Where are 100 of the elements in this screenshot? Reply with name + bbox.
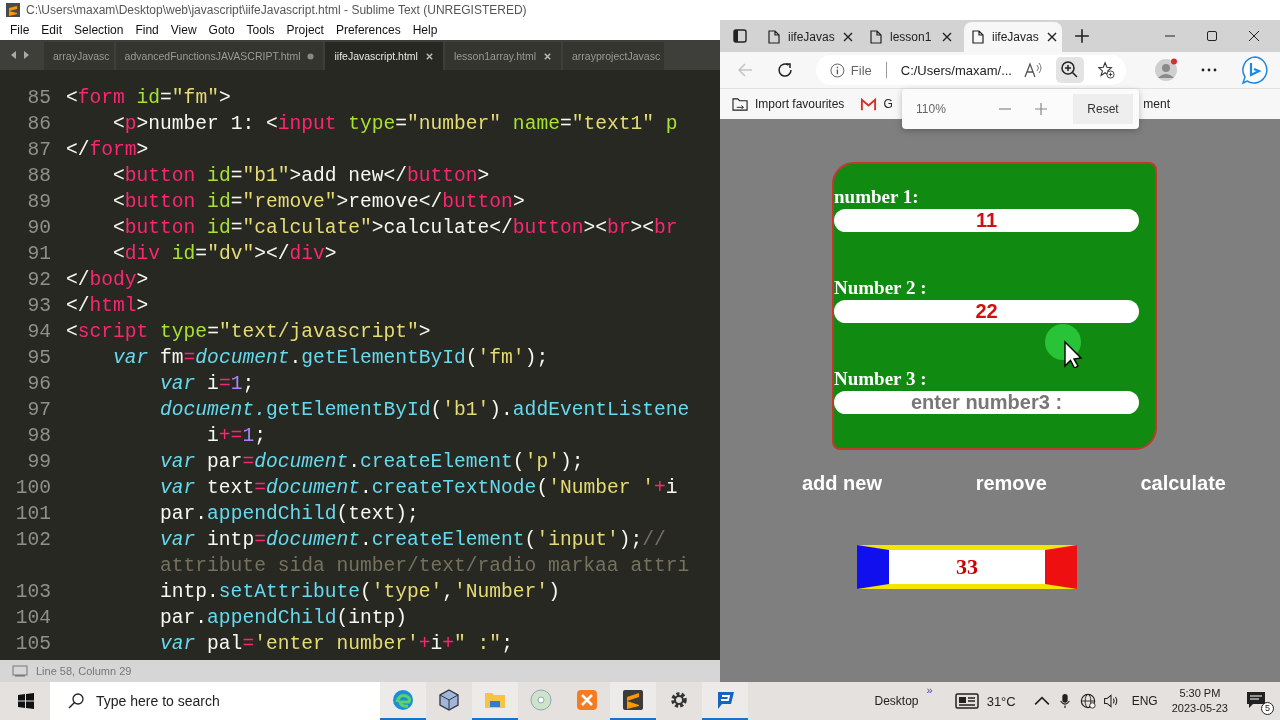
taskbar-app[interactable] xyxy=(610,682,656,720)
notifications-icon[interactable] xyxy=(1246,691,1266,709)
page-button[interactable]: remove xyxy=(973,470,1049,497)
line-number: 103 xyxy=(14,581,52,603)
line-number: 96 xyxy=(26,373,52,395)
menu-item[interactable]: Preferences xyxy=(329,23,407,37)
line-number: 105 xyxy=(14,633,52,655)
favourite-link[interactable]: ment xyxy=(1143,97,1170,111)
menu-item[interactable]: File xyxy=(4,23,36,37)
speaker-icon[interactable] xyxy=(1102,693,1119,709)
page-icon xyxy=(972,30,984,44)
menu-item[interactable]: Goto xyxy=(202,23,241,37)
maximize-icon[interactable] xyxy=(1206,30,1218,42)
line-number: 104 xyxy=(14,607,52,629)
close-icon[interactable] xyxy=(942,32,952,42)
desktop-label[interactable]: Desktop xyxy=(874,694,919,708)
windows-start-icon[interactable] xyxy=(18,693,34,709)
menu-item[interactable]: Find xyxy=(129,23,165,37)
close-icon[interactable] xyxy=(424,51,434,61)
editor-tab[interactable]: arrayJavasc xyxy=(44,42,114,70)
code-line: <button id="remove">remove</button> xyxy=(113,191,525,213)
code-line: </body> xyxy=(66,269,149,291)
browser-tab[interactable]: lesson1 xyxy=(862,22,960,52)
taskbar-search-field[interactable]: Type here to search xyxy=(50,682,380,720)
browser-tab[interactable]: iifeJavas xyxy=(760,22,858,52)
line-number: 85 xyxy=(26,87,52,109)
zoom-in-icon[interactable] xyxy=(1056,57,1084,83)
overflow-chevron[interactable]: » xyxy=(926,684,933,696)
editor-tab[interactable]: iifeJavascript.html xyxy=(325,42,443,70)
code-line: par.appendChild(text); xyxy=(160,503,419,525)
code-line: par.appendChild(intp) xyxy=(160,607,407,629)
cursor-position: Line 58, Column 29 xyxy=(36,665,132,677)
editor-tab[interactable]: advancedFunctionsJAVASCRIPT.html xyxy=(115,42,324,70)
code-line: <button id="b1">add new</button> xyxy=(113,165,490,187)
code-line: <p>number 1: <input type="number" name="text1" p xyxy=(113,113,678,135)
line-number: 86 xyxy=(26,113,52,135)
folder-arrow-icon xyxy=(732,96,749,112)
close-icon[interactable] xyxy=(1248,30,1260,42)
favourite-link[interactable]: Import favourites xyxy=(732,96,845,112)
address-bar[interactable]: File C:/Users/maxam/... xyxy=(816,55,1126,85)
number-input[interactable]: 11 xyxy=(834,209,1139,232)
code-line: var par=document.createElement('p'); xyxy=(160,451,584,473)
unsaved-dot-icon xyxy=(307,52,315,60)
editor-tab[interactable]: lesson1array.html xyxy=(444,42,561,70)
profile-avatar-icon[interactable] xyxy=(1154,58,1178,82)
wave-swirl-icon xyxy=(391,688,415,712)
favourite-link[interactable]: G xyxy=(860,96,893,112)
code-line: var fm=document.getElementById('fm'); xyxy=(113,347,549,369)
tab-actions-icon[interactable] xyxy=(732,28,748,44)
chat-bubble-icon[interactable] xyxy=(1240,55,1270,85)
refresh-icon[interactable] xyxy=(776,61,794,79)
code-line: i+=1; xyxy=(207,425,266,447)
read-aloud-icon[interactable] xyxy=(1024,61,1044,79)
line-number: 101 xyxy=(14,503,52,525)
line-number: 90 xyxy=(26,217,52,239)
close-icon[interactable] xyxy=(543,51,552,61)
line-number: 94 xyxy=(26,321,52,343)
editor-tab[interactable]: arrayprojectJavasc xyxy=(563,42,665,70)
page-icon xyxy=(870,30,882,44)
reset-button[interactable]: Reset xyxy=(1073,94,1133,124)
code-line: <button id="calculate">calculate</button><br><br xyxy=(113,217,678,239)
cube-icon xyxy=(437,688,461,712)
code-line: <form id="fm"> xyxy=(66,87,231,109)
cross-square-icon xyxy=(575,688,599,712)
menu-item[interactable]: Selection xyxy=(68,23,130,37)
news-icon[interactable] xyxy=(954,693,979,709)
page-button[interactable]: calculate xyxy=(1138,470,1228,497)
close-icon[interactable] xyxy=(842,32,853,42)
close-icon[interactable] xyxy=(1046,32,1057,42)
field-label: Number 3 : xyxy=(834,368,928,390)
sublime-logo-icon xyxy=(6,3,20,17)
menu-item[interactable]: Tools xyxy=(240,23,281,37)
zoom-value: 110% xyxy=(916,102,947,116)
monitor-icon[interactable] xyxy=(12,665,28,677)
taskbar-app[interactable] xyxy=(702,682,748,720)
language-indicator[interactable]: ENG xyxy=(1131,694,1158,708)
number-input[interactable]: 22 xyxy=(834,300,1139,323)
clock-date[interactable]: 2023-05-23 xyxy=(1171,701,1228,716)
code-line: document.getElementById('b1').addEventListene xyxy=(160,399,690,421)
disc-icon xyxy=(529,688,553,712)
search-icon xyxy=(68,693,84,709)
code-line: </form> xyxy=(66,139,149,161)
menu-item[interactable]: Project xyxy=(280,23,330,37)
temperature-text[interactable]: 31°C xyxy=(986,693,1016,709)
clock-time[interactable]: 5:30 PM xyxy=(1179,686,1221,701)
envelope-m-icon xyxy=(860,96,878,112)
add-favourite-icon[interactable] xyxy=(1096,61,1116,79)
menu-item[interactable]: Edit xyxy=(35,23,69,37)
line-number: 97 xyxy=(26,399,52,421)
page-button[interactable]: add new xyxy=(800,470,884,497)
info-icon xyxy=(830,62,845,78)
number-input[interactable]: enter number3 : xyxy=(834,391,1139,414)
menu-item[interactable]: View xyxy=(164,23,203,37)
menu-item[interactable]: Help xyxy=(406,23,444,37)
browser-tab[interactable]: iifeJavas xyxy=(964,22,1062,52)
code-line: var intp=document.createElement('input');// xyxy=(160,529,666,551)
cursor-icon xyxy=(1045,324,1085,368)
globe-icon[interactable] xyxy=(1079,693,1096,709)
code-line: var i=1; xyxy=(160,373,255,395)
new-tab-icon[interactable] xyxy=(1074,28,1090,44)
